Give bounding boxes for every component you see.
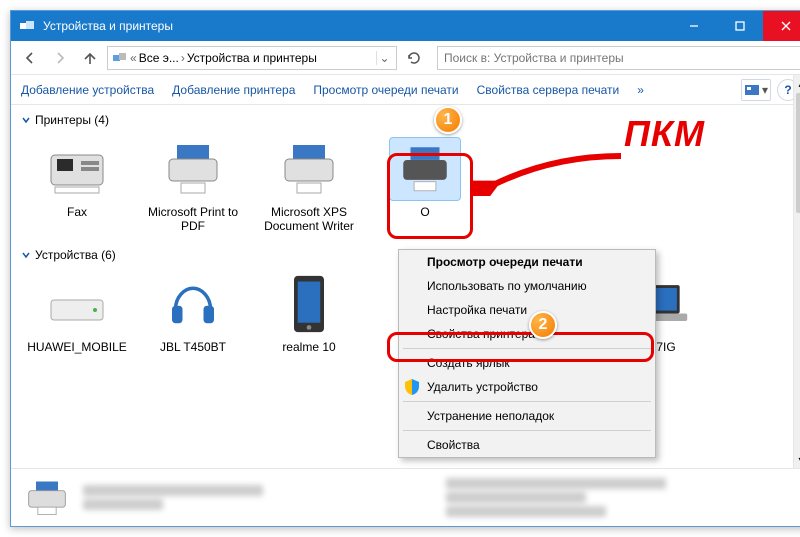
back-button[interactable] — [17, 45, 43, 71]
annotation-label: ПКМ — [624, 113, 705, 155]
toolbar-more[interactable]: » — [637, 83, 644, 97]
device-label: JBL T450BT — [139, 340, 247, 354]
refresh-button[interactable] — [401, 45, 427, 71]
device-label: Microsoft XPS Document Writer — [255, 205, 363, 234]
menu-printer-props[interactable]: Свойства принтера — [399, 322, 655, 346]
device-item-selected-printer[interactable]: O — [369, 133, 481, 238]
toolbar-view-queue[interactable]: Просмотр очереди печати — [313, 83, 458, 97]
vertical-scrollbar[interactable]: ▴ ▾ — [793, 75, 800, 468]
menu-troubleshoot[interactable]: Устранение неполадок — [399, 404, 655, 428]
uac-shield-icon — [403, 378, 421, 396]
address-dropdown-icon[interactable]: ⌄ — [376, 51, 392, 65]
chevron-icon: › — [181, 51, 185, 65]
address-icon — [112, 50, 128, 66]
device-label: HUAWEI_MOBILE — [23, 340, 131, 354]
device-item-realme[interactable]: realme 10 — [253, 268, 365, 358]
close-button[interactable] — [763, 11, 800, 41]
device-label: Fax — [23, 205, 131, 219]
menu-item-label: Удалить устройство — [427, 380, 538, 394]
printer-icon — [157, 137, 229, 201]
titlebar: Устройства и принтеры — [11, 11, 800, 41]
menu-print-prefs[interactable]: Настройка печати — [399, 298, 655, 322]
devices-printers-icon — [19, 18, 35, 34]
toolbar-add-printer[interactable]: Добавление принтера — [172, 83, 295, 97]
nav-bar: « Все э... › Устройства и принтеры ⌄ — [11, 41, 800, 75]
device-item-xps[interactable]: Microsoft XPS Document Writer — [253, 133, 365, 238]
scroll-thumb[interactable] — [796, 93, 800, 213]
minimize-button[interactable] — [671, 11, 717, 41]
view-options-button[interactable]: ▾ — [741, 79, 771, 101]
menu-create-shortcut[interactable]: Создать ярлык — [399, 351, 655, 375]
scroll-up-icon[interactable]: ▴ — [794, 75, 800, 91]
device-label: O — [371, 205, 479, 219]
window-title: Устройства и принтеры — [43, 19, 671, 33]
device-label: Microsoft Print to PDF — [139, 205, 247, 234]
menu-separator — [403, 348, 651, 349]
breadcrumb-segment[interactable]: Все э... — [139, 51, 179, 65]
fax-icon — [41, 137, 113, 201]
search-box[interactable] — [437, 46, 800, 70]
device-label: realme 10 — [255, 340, 363, 354]
group-title: Принтеры (4) — [35, 113, 109, 127]
toolbar-server-props[interactable]: Свойства сервера печати — [477, 83, 620, 97]
menu-separator — [403, 430, 651, 431]
maximize-button[interactable] — [717, 11, 763, 41]
device-item-fax[interactable]: Fax — [21, 133, 133, 238]
printer-icon — [273, 137, 345, 201]
annotation-step-badge: 2 — [529, 311, 557, 339]
printer-icon — [25, 478, 69, 518]
menu-separator — [403, 401, 651, 402]
annotation-step-badge: 1 — [434, 106, 462, 134]
forward-button[interactable] — [47, 45, 73, 71]
address-bar[interactable]: « Все э... › Устройства и принтеры ⌄ — [107, 46, 397, 70]
device-item-print-pdf[interactable]: Microsoft Print to PDF — [137, 133, 249, 238]
headphones-icon — [157, 272, 229, 336]
drive-icon — [41, 272, 113, 336]
annotation-arrow-icon — [471, 146, 631, 196]
group-title: Устройства (6) — [35, 248, 116, 262]
menu-remove-device[interactable]: Удалить устройство — [399, 375, 655, 399]
printer-icon — [389, 137, 461, 201]
device-item-huawei[interactable]: HUAWEI_MOBILE — [21, 268, 133, 358]
details-text — [446, 475, 795, 520]
window-controls — [671, 11, 800, 41]
breadcrumb-segment[interactable]: Устройства и принтеры — [187, 51, 317, 65]
command-toolbar: Добавление устройства Добавление принтер… — [11, 75, 800, 105]
menu-set-default[interactable]: Использовать по умолчанию — [399, 274, 655, 298]
menu-properties[interactable]: Свойства — [399, 433, 655, 457]
context-menu: Просмотр очереди печати Использовать по … — [398, 249, 656, 458]
window: Устройства и принтеры « Все э... › Устро… — [10, 10, 800, 527]
scroll-down-icon[interactable]: ▾ — [794, 452, 800, 468]
chevron-icon: « — [130, 51, 137, 65]
phone-icon — [273, 272, 345, 336]
menu-view-queue[interactable]: Просмотр очереди печати — [399, 250, 655, 274]
details-text — [83, 482, 432, 513]
search-input[interactable] — [444, 51, 796, 65]
device-item-jbl[interactable]: JBL T450BT — [137, 268, 249, 358]
details-pane — [11, 468, 800, 526]
toolbar-add-device[interactable]: Добавление устройства — [21, 83, 154, 97]
up-button[interactable] — [77, 45, 103, 71]
